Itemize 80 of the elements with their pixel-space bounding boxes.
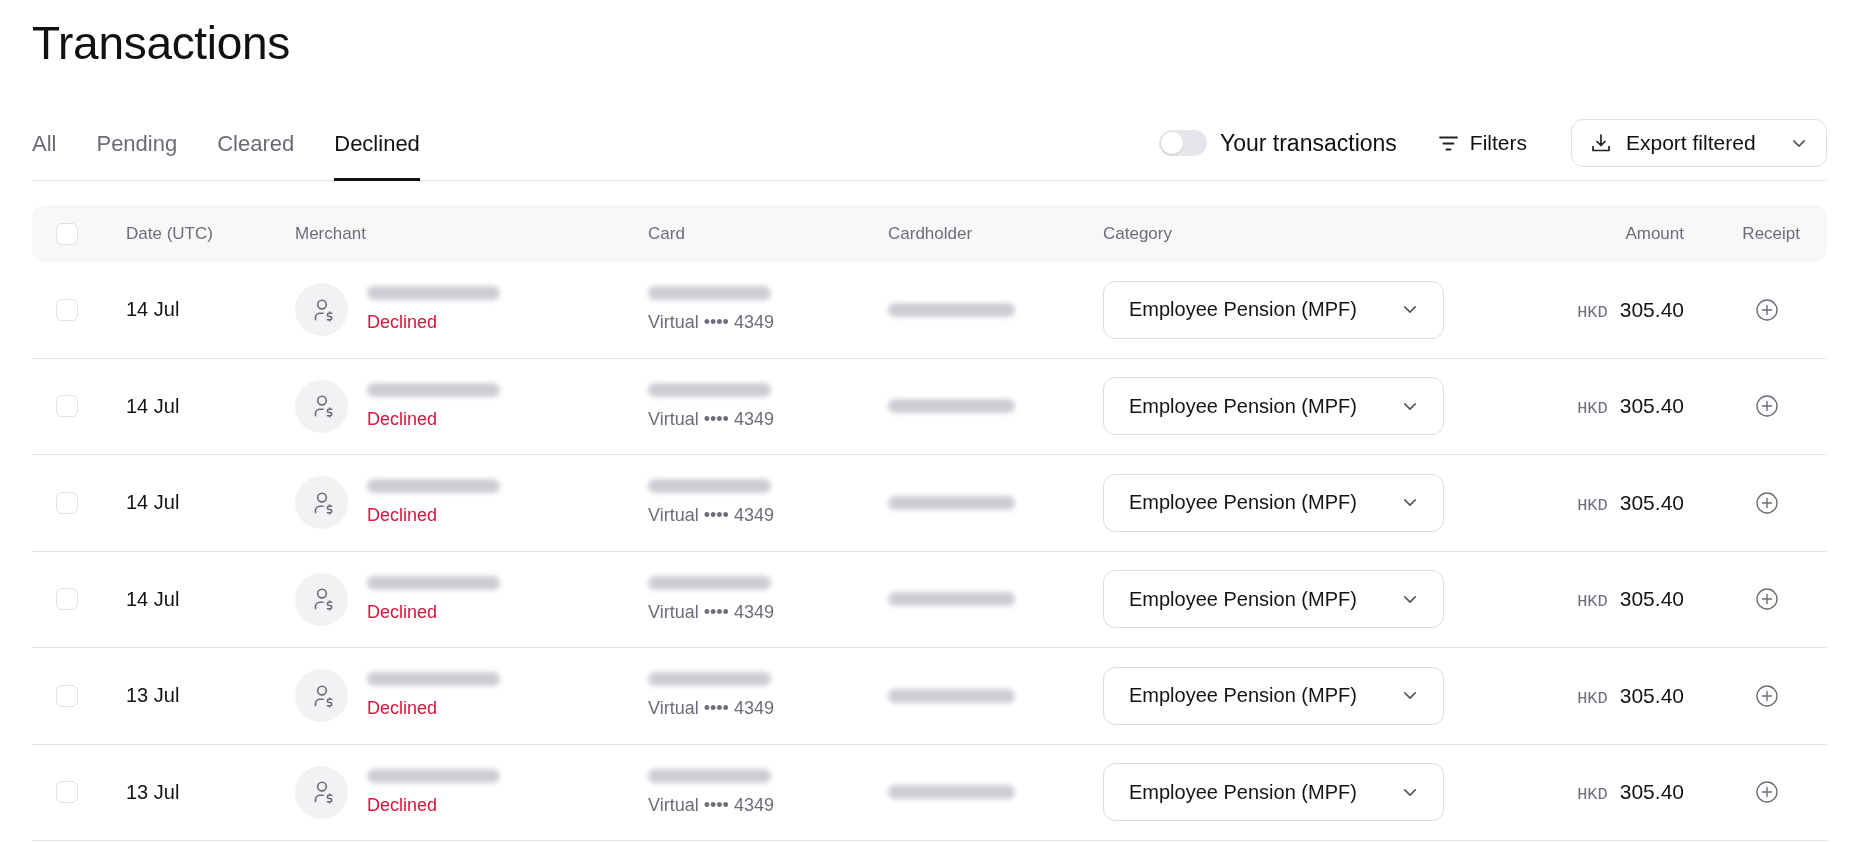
card-number: Virtual •••• 4349 <box>648 697 774 720</box>
checkbox[interactable] <box>56 781 78 804</box>
plus-circle-icon[interactable] <box>1756 781 1778 804</box>
filters-button[interactable]: Filters <box>1438 131 1527 155</box>
checkbox[interactable] <box>56 395 78 418</box>
status-text: Declined <box>367 697 438 720</box>
currency-code: HKD <box>1577 688 1608 708</box>
amount-value: 305.40 <box>1619 490 1684 515</box>
currency-code: HKD <box>1577 302 1608 322</box>
card-number: Virtual •••• 4349 <box>648 793 774 816</box>
amount-value: 305.40 <box>1619 780 1684 805</box>
status-text: Declined <box>367 793 438 816</box>
checkbox[interactable] <box>56 491 78 514</box>
chevron-down-icon <box>1403 787 1417 797</box>
category-select[interactable]: Employee Pension (MPF) <box>1103 377 1444 436</box>
currency-code: HKD <box>1577 592 1608 612</box>
date-cell: 13 Jul <box>126 684 180 708</box>
card-number: Virtual •••• 4349 <box>648 600 774 623</box>
page-title: Transactions <box>32 16 291 71</box>
category-select[interactable]: Employee Pension (MPF) <box>1103 473 1444 532</box>
column-header: Amount <box>1625 223 1684 244</box>
checkbox[interactable] <box>56 222 78 245</box>
plus-circle-icon[interactable] <box>1756 491 1778 514</box>
person-dollar-icon <box>295 765 348 819</box>
chevron-down-icon <box>1403 691 1417 701</box>
category-select[interactable]: Employee Pension (MPF) <box>1103 763 1444 822</box>
plus-circle-icon[interactable] <box>1756 395 1778 418</box>
currency-code: HKD <box>1577 495 1608 515</box>
chevron-down-icon <box>1403 594 1417 604</box>
date-cell: 14 Jul <box>126 394 180 418</box>
person-dollar-icon <box>295 669 348 723</box>
amount-value: 305.40 <box>1619 297 1684 322</box>
checkbox[interactable] <box>56 684 78 707</box>
date-cell: 14 Jul <box>126 491 180 515</box>
toggle-label: Your transactions <box>1219 129 1397 157</box>
column-header: Cardholder <box>888 223 973 244</box>
column-header: Category <box>1103 223 1172 244</box>
toggle-switch[interactable] <box>1158 130 1207 156</box>
person-dollar-icon <box>295 572 348 626</box>
export-button[interactable]: Export filtered <box>1571 119 1827 167</box>
plus-circle-icon[interactable] <box>1756 684 1778 707</box>
checkbox[interactable] <box>56 298 78 321</box>
currency-code: HKD <box>1577 399 1608 419</box>
tab[interactable]: Declined <box>334 106 420 181</box>
checkbox[interactable] <box>56 588 78 611</box>
amount-value: 305.40 <box>1619 394 1684 419</box>
column-header: Receipt <box>1742 223 1800 244</box>
chevron-down-icon <box>1403 305 1417 315</box>
category-select[interactable]: Employee Pension (MPF) <box>1103 570 1444 629</box>
download-icon <box>1592 134 1610 152</box>
date-cell: 14 Jul <box>126 298 180 322</box>
card-number: Virtual •••• 4349 <box>648 311 774 334</box>
plus-circle-icon[interactable] <box>1756 298 1778 321</box>
column-header: Date (UTC) <box>126 223 213 244</box>
status-text: Declined <box>367 504 438 527</box>
amount-value: 305.40 <box>1619 587 1684 612</box>
filter-icon <box>1438 135 1458 151</box>
currency-code: HKD <box>1577 785 1608 805</box>
category-select[interactable]: Employee Pension (MPF) <box>1103 280 1444 339</box>
person-dollar-icon <box>295 476 348 530</box>
amount-value: 305.40 <box>1619 683 1684 708</box>
tab[interactable]: All <box>32 106 57 181</box>
plus-circle-icon[interactable] <box>1756 588 1778 611</box>
status-text: Declined <box>367 311 438 334</box>
date-cell: 14 Jul <box>126 587 180 611</box>
chevron-down-icon <box>1403 498 1417 508</box>
status-text: Declined <box>367 407 438 430</box>
status-text: Declined <box>367 600 438 623</box>
card-number: Virtual •••• 4349 <box>648 504 774 527</box>
column-header: Merchant <box>295 223 366 244</box>
column-header: Card <box>648 223 685 244</box>
person-dollar-icon <box>295 379 348 433</box>
card-number: Virtual •••• 4349 <box>648 407 774 430</box>
chevron-down-icon <box>1403 401 1417 411</box>
tab[interactable]: Cleared <box>217 106 295 181</box>
tab[interactable]: Pending <box>96 106 178 181</box>
category-select[interactable]: Employee Pension (MPF) <box>1103 666 1444 725</box>
chevron-down-icon <box>1792 138 1806 148</box>
date-cell: 13 Jul <box>126 780 180 804</box>
person-dollar-icon <box>295 283 348 337</box>
